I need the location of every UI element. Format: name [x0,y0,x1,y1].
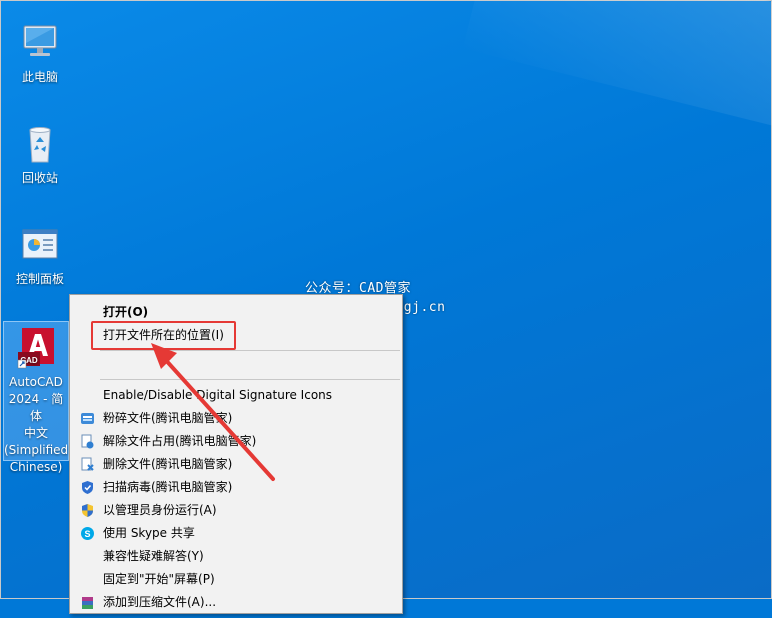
menu-item-compatibility[interactable]: 兼容性疑难解答(Y) [70,545,402,568]
delete-file-icon [80,457,95,472]
desktop-icon-autocad[interactable]: CAD AutoCAD 2024 - 简体 中文 (Simplified Chi… [3,321,69,474]
desktop-icon-control-panel[interactable]: 控制面板 [10,223,70,288]
menu-item-label: 使用 Skype 共享 [103,526,195,540]
svg-text:S: S [84,529,90,539]
menu-item-pin-to-start[interactable]: 固定到"开始"屏幕(P) [70,568,402,591]
menu-separator [100,379,400,380]
computer-icon [18,21,62,65]
shred-icon [80,411,95,426]
desktop-icon-recycle-bin[interactable]: 回收站 [10,122,70,187]
uac-shield-icon [80,503,95,518]
skype-icon: S [80,526,95,541]
unlock-file-icon [80,434,95,449]
desktop-icon-label: 控制面板 [15,272,64,286]
menu-item-label: 解除文件占用(腾讯电脑管家) [103,434,257,448]
archive-icon [80,595,95,610]
menu-item-label: 兼容性疑难解答(Y) [103,549,204,563]
menu-item-label: 添加到压缩文件(A)... [103,595,217,609]
menu-item-delete-file[interactable]: 删除文件(腾讯电脑管家) [70,453,402,476]
desktop-icon-label: 此电脑 [21,70,58,84]
desktop-icon-this-pc[interactable]: 此电脑 [10,21,70,86]
menu-item-label: Enable/Disable Digital Signature Icons [103,388,333,402]
annotation-highlight-box [91,321,236,350]
menu-item-run-as-admin[interactable]: 以管理员身份运行(A) [70,499,402,522]
menu-separator [100,350,400,351]
menu-item-add-to-archive[interactable]: 添加到压缩文件(A)... [70,591,402,614]
menu-item-virus-scan[interactable]: 扫描病毒(腾讯电脑管家) [70,476,402,499]
menu-item-digital-signature[interactable]: Enable/Disable Digital Signature Icons [70,384,402,407]
desktop: 此电脑 回收站 控制面板 CAD AutoCAD 2024 - 简体 中文 (S… [0,0,772,614]
menu-item-unlock-file[interactable]: 解除文件占用(腾讯电脑管家) [70,430,402,453]
menu-item-shred-file[interactable]: 粉碎文件(腾讯电脑管家) [70,407,402,430]
wallpaper-light-beam [462,0,772,151]
control-panel-icon [18,223,62,267]
desktop-icon-label: 回收站 [21,171,58,185]
virus-scan-icon [80,480,95,495]
autocad-icon: CAD [14,326,58,370]
menu-item-skype-share[interactable]: S 使用 Skype 共享 [70,522,402,545]
menu-item-label: 以管理员身份运行(A) [103,503,217,517]
menu-item-label: 删除文件(腾讯电脑管家) [103,457,233,471]
menu-item-label: 固定到"开始"屏幕(P) [103,572,215,586]
recycle-bin-icon [18,122,62,166]
menu-item-label: 扫描病毒(腾讯电脑管家) [103,480,233,494]
desktop-icon-label: AutoCAD 2024 - 简体 中文 (Simplified Chinese… [4,375,69,474]
menu-item-label: 粉碎文件(腾讯电脑管家) [103,411,233,425]
